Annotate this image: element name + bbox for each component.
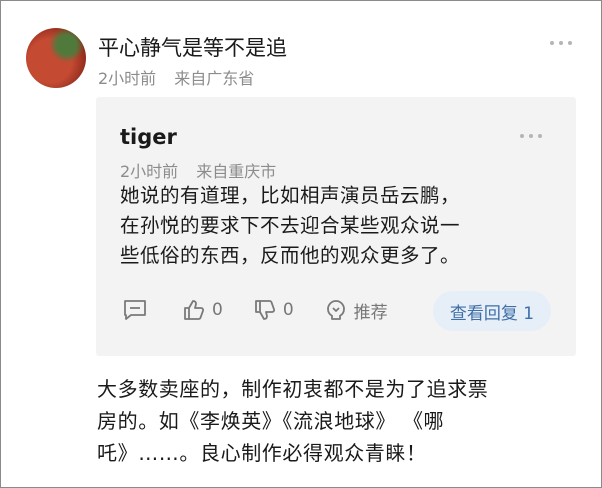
reply-username[interactable]: tiger [120, 125, 177, 149]
reply-text: 她说的有道理，比如相声演员岳云鹏， 在孙悦的要求下不去迎合某些观众说一 些低俗的… [120, 181, 560, 271]
reply-location: 来自重庆市 [196, 162, 277, 181]
reply-text-line: 些低俗的东西，反而他的观众更多了。 [120, 244, 461, 267]
comment-location: 来自广东省 [174, 69, 255, 88]
recommend-label: 推荐 [353, 302, 388, 323]
like-count: 0 [212, 300, 223, 320]
comment-text-line: 吒》……。良心制作必得观众青睐！ [97, 441, 427, 465]
comment-text-line: 房的。如《李焕英》《流浪地球》 《哪 [97, 409, 445, 433]
comment-button[interactable] [122, 298, 148, 322]
reply-text-line: 在孙悦的要求下不去迎合某些观众说一 [120, 214, 461, 237]
comment-meta: 2小时前 来自广东省 [98, 65, 254, 89]
thumb-up-icon [184, 300, 205, 320]
recommend-icon [326, 300, 345, 320]
view-replies-button[interactable]: 查看回复 1 [433, 291, 551, 331]
more-icon[interactable] [550, 41, 572, 45]
recommend-button[interactable]: 推荐 [324, 298, 388, 323]
comment-icon [124, 300, 146, 320]
comment-text: 大多数卖座的，制作初衷都不是为了追求票 房的。如《李焕英》《流浪地球》 《哪 吒… [97, 373, 567, 469]
dislike-button[interactable]: 0 [253, 298, 294, 322]
reply-box: tiger 2小时前 来自重庆市 她说的有道理，比如相声演员岳云鹏， 在孙悦的要求… [96, 97, 576, 356]
like-button[interactable]: 0 [182, 298, 223, 322]
comment-time: 2小时前 [98, 69, 157, 88]
reply-meta: 2小时前 来自重庆市 [120, 158, 276, 182]
reply-text-line: 她说的有道理，比如相声演员岳云鹏， [120, 184, 461, 207]
more-icon[interactable] [520, 134, 542, 138]
comment-text-line: 大多数卖座的，制作初衷都不是为了追求票 [97, 377, 489, 401]
reply-time: 2小时前 [120, 162, 179, 181]
comment-username[interactable]: 平心静气是等不是追 [98, 32, 287, 62]
dislike-count: 0 [282, 300, 294, 320]
avatar[interactable] [26, 28, 86, 88]
thumb-down-icon [254, 300, 275, 320]
reply-actions: 0 0 推荐 [122, 297, 388, 323]
